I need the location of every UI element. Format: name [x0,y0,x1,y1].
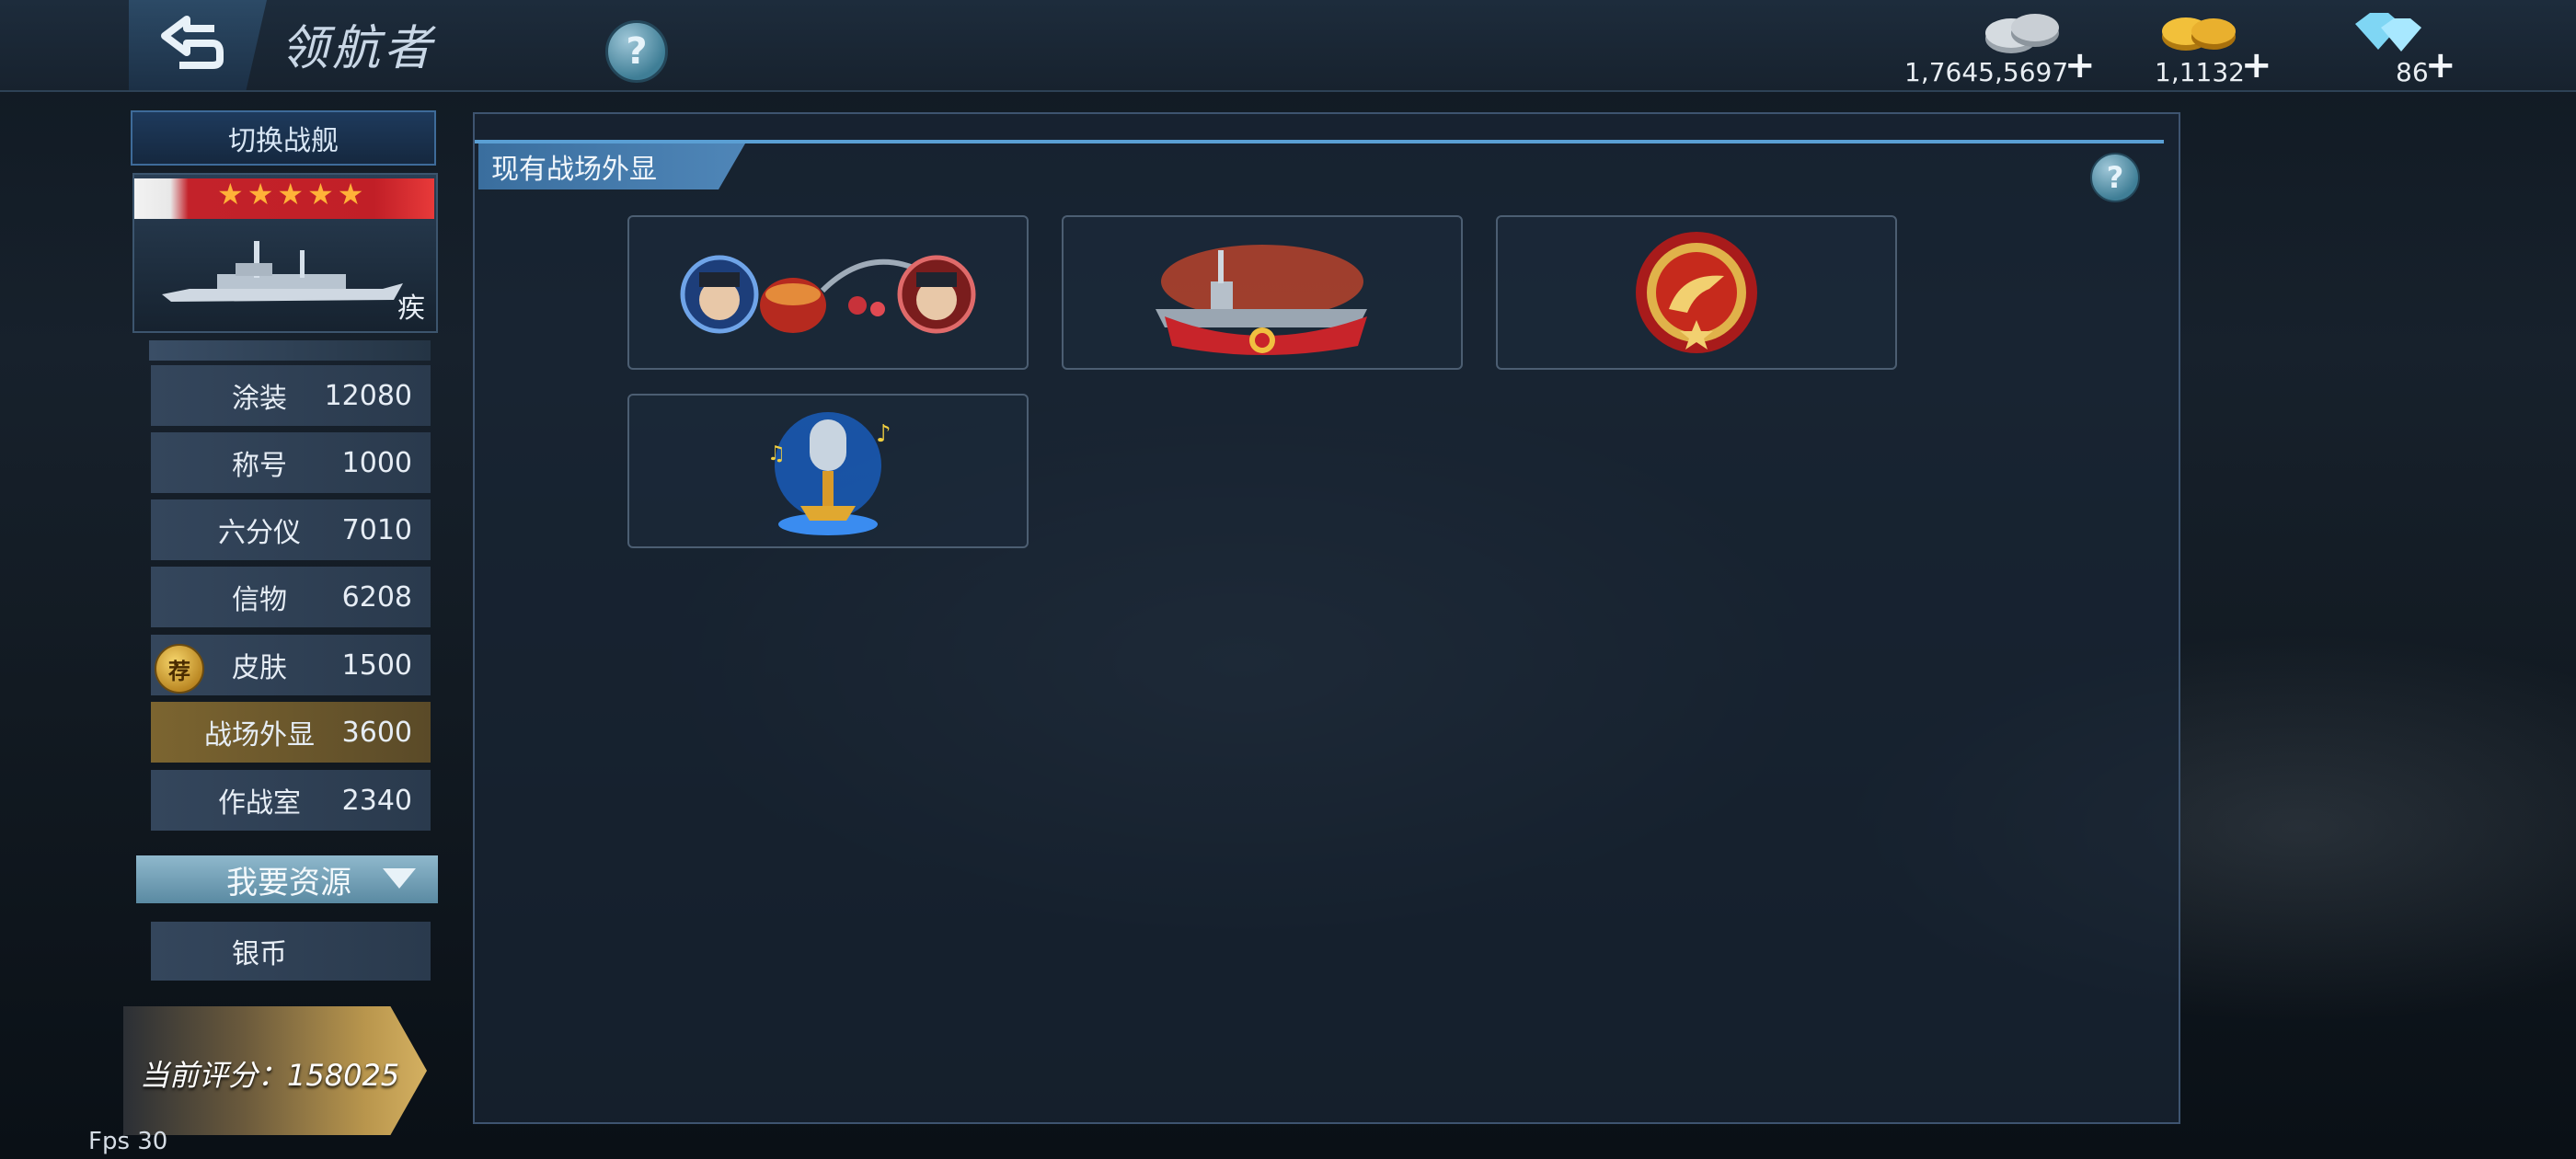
sidebar-item-value: 6208 [341,580,412,614]
diamond-value: 86 [2396,57,2429,87]
add-gold-button[interactable]: + [2241,44,2272,86]
sidebar-item-war-room[interactable]: 作战室 2340 [151,770,431,831]
sidebar-item-value: 2340 [341,784,412,817]
aircraft-carrier-banner-icon [1156,245,1367,355]
gold-coins-icon [2162,17,2236,51]
sidebar-item-paint[interactable]: 涂装 12080 [151,365,431,426]
page-title: 领航者 [281,21,436,76]
switch-ship-button[interactable]: 切换战舰 [131,110,436,166]
score-text: 当前评分：158025 [140,1058,400,1093]
panel-title-tab: 现有战场外显 [478,143,745,189]
sidebar-item-value: 7010 [341,513,412,546]
panel-header-line [475,140,2164,143]
sidebar-item-value: 3600 [341,716,412,749]
captains-festival-icon [680,255,976,334]
question-icon: ? [626,30,648,73]
panel-title: 现有战场外显 [491,154,657,186]
sidebar-item-battle-display[interactable]: 战场外显 3600 [151,702,431,763]
gold-value: 1,1132 [2155,57,2245,87]
panel-help-button[interactable]: ? [2090,153,2140,202]
sidebar-item-title[interactable]: 称号 1000 [151,432,431,493]
question-icon: ? [2106,160,2124,195]
recommend-badge: 荐 [155,644,204,694]
sidebar-item-sextant[interactable]: 六分仪 7010 [151,499,431,560]
svg-text:♪: ♪ [876,420,891,448]
dropdown-triangle-icon [383,868,416,889]
add-diamond-button[interactable]: + [2425,44,2456,86]
display-slot-2[interactable] [1062,215,1463,370]
score-banner: 当前评分：158025 [123,1006,427,1135]
sidebar-item-label: 六分仪 [218,517,301,549]
sidebar-item-value: 12080 [324,379,412,412]
resource-item-silver[interactable]: 银币 [151,922,431,981]
sidebar-item-label: 战场外显 [204,719,315,752]
fps-counter: Fps 30 [88,1128,168,1155]
red-gold-medal-icon [1636,232,1757,353]
sidebar-item-label: 称号 [232,450,287,482]
silver-value: 1,7645,5697 [1904,57,2069,87]
ship-card[interactable]: ★★★★★ 疾 [132,173,438,333]
sidebar-item-label: 信物 [232,584,287,616]
back-arrow-icon [161,16,224,69]
ship-image [162,241,403,302]
display-slot-3[interactable] [1496,215,1897,370]
help-button[interactable]: ? [605,20,668,83]
microphone-trophy-icon: ♪ ♫ [767,412,891,535]
want-resources-button[interactable]: 我要资源 [136,855,438,903]
svg-text:♫: ♫ [767,442,786,465]
want-resources-label: 我要资源 [226,864,351,901]
diamond-icon [2355,13,2421,52]
sidebar-item-label: 作战室 [218,787,301,820]
display-slot-4[interactable]: ♪ ♫ [627,394,1029,548]
sidebar-item-value: 1500 [341,648,412,682]
sidebar-item-token[interactable]: 信物 6208 [151,567,431,627]
sidebar-item-value: 1000 [341,446,412,479]
main-panel: 现有战场外显 ? ♪ ♫ [473,112,2180,1124]
add-silver-button[interactable]: + [2064,44,2096,86]
sidebar-divider [149,340,431,361]
star-rating: ★★★★★ [217,177,368,212]
display-slot-1[interactable] [627,215,1029,370]
ship-class-label: 疾 [397,293,425,325]
back-button[interactable] [129,0,267,90]
silver-coins-icon [1985,14,2059,53]
resource-item-label: 银币 [232,938,287,970]
